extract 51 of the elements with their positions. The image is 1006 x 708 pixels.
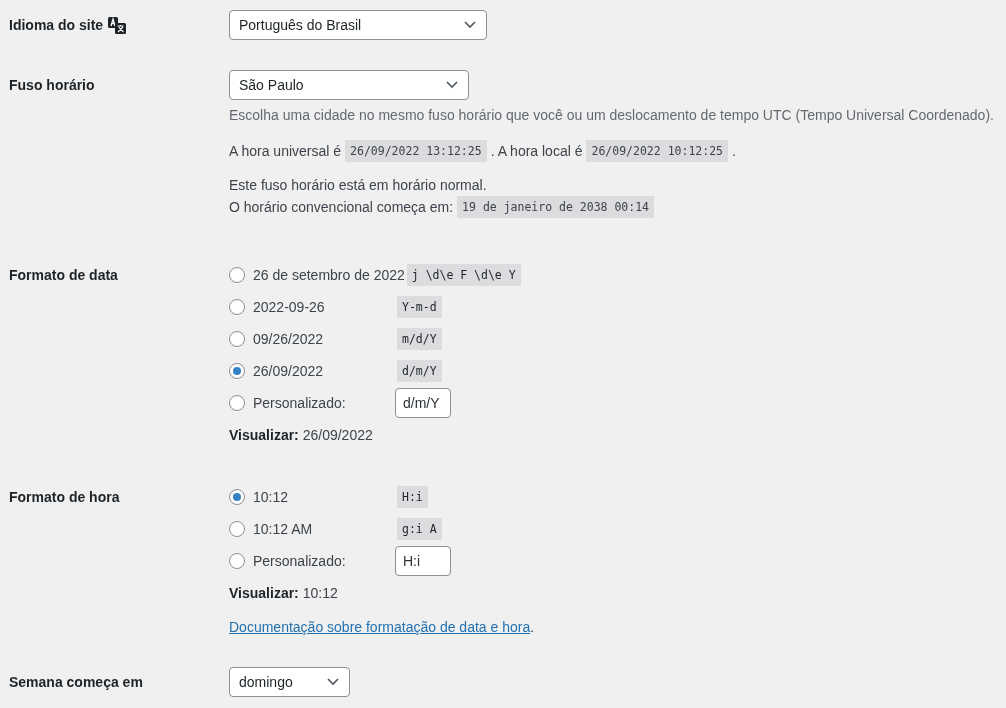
radio-button[interactable] bbox=[229, 395, 245, 411]
option-label: Personalizado: bbox=[253, 395, 347, 411]
option-label: 10:12 bbox=[253, 489, 290, 505]
time-code: 26/09/2022 13:12:25 bbox=[345, 140, 487, 162]
radio-button[interactable] bbox=[229, 363, 245, 379]
format-code: m/d/Y bbox=[397, 328, 442, 350]
option-label: 09/26/2022 bbox=[253, 331, 325, 347]
time-text: . A hora local é bbox=[490, 142, 583, 161]
field-label: Formato de hora bbox=[9, 488, 120, 507]
dst-note: Este fuso horário está em horário normal. bbox=[229, 176, 488, 195]
option-label: Personalizado: bbox=[253, 553, 347, 569]
select-value: domingo bbox=[239, 673, 293, 692]
time-text: . bbox=[732, 142, 736, 161]
field-label: Idioma do site bbox=[9, 16, 104, 35]
radio-button[interactable] bbox=[229, 553, 245, 569]
format-code: g:i A bbox=[397, 518, 442, 540]
dropdown-select[interactable]: domingo bbox=[229, 667, 350, 697]
radio-button[interactable] bbox=[229, 331, 245, 347]
radio-button[interactable] bbox=[229, 521, 245, 537]
translate-icon bbox=[107, 15, 128, 35]
time-code: 26/09/2022 10:12:25 bbox=[586, 140, 729, 162]
chevron-down-icon bbox=[464, 21, 476, 29]
select-value: Português do Brasil bbox=[239, 16, 362, 35]
custom-format-input[interactable]: d/m/Y bbox=[395, 388, 451, 418]
custom-format-input[interactable]: H:i bbox=[395, 546, 451, 576]
description-text: Escolha uma cidade no mesmo fuso horário que você ou um deslocamento de tempo UTC (Tempo Universal Coordenado). bbox=[229, 106, 994, 125]
option-label: 2022-09-26 bbox=[253, 299, 326, 315]
dropdown-select[interactable]: São Paulo bbox=[229, 70, 469, 100]
time-text: A hora universal é bbox=[229, 142, 342, 161]
format-code: d/m/Y bbox=[397, 360, 442, 382]
option-label: 26/09/2022 bbox=[253, 363, 325, 379]
link-period: . bbox=[530, 618, 535, 637]
dropdown-select[interactable]: Português do Brasil bbox=[229, 10, 487, 40]
select-value: São Paulo bbox=[239, 76, 304, 95]
format-code: j \d\e F \d\e Y bbox=[406, 264, 521, 286]
time-text: O horário convencional começa em: bbox=[229, 198, 454, 217]
option-label: 26 de setembro de 2022 bbox=[253, 267, 405, 283]
format-code: Y-m-d bbox=[397, 296, 442, 318]
radio-button[interactable] bbox=[229, 267, 245, 283]
radio-button[interactable] bbox=[229, 489, 245, 505]
option-label: 10:12 AM bbox=[253, 521, 314, 537]
preview-text: Visualizar: 26/09/2022 bbox=[229, 426, 374, 445]
chevron-down-icon bbox=[327, 678, 339, 686]
radio-button[interactable] bbox=[229, 299, 245, 315]
format-code: H:i bbox=[397, 486, 428, 508]
chevron-down-icon bbox=[446, 81, 458, 89]
field-label: Semana começa em bbox=[9, 673, 143, 692]
field-label: Fuso horário bbox=[9, 76, 95, 95]
field-label: Formato de data bbox=[9, 266, 118, 285]
time-code: 19 de janeiro de 2038 00:14 bbox=[457, 196, 655, 218]
preview-text: Visualizar: 10:12 bbox=[229, 584, 339, 603]
